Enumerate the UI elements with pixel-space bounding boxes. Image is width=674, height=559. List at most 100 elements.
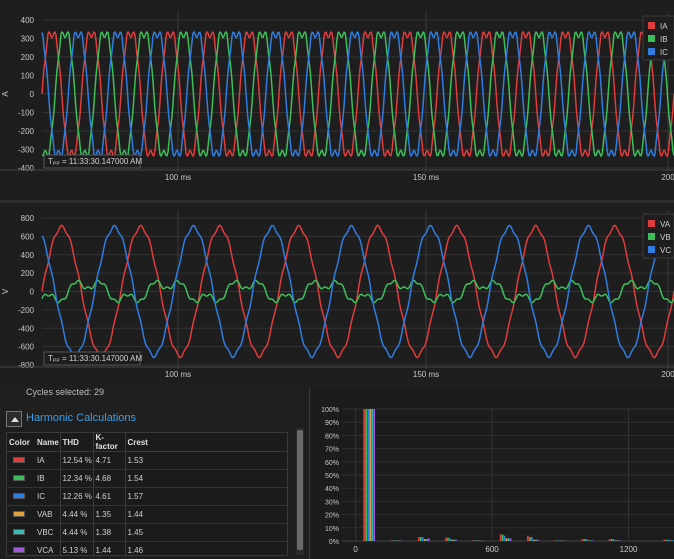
harmonic-bar xyxy=(421,537,424,541)
harmonic-bar xyxy=(581,539,584,541)
table-row[interactable]: VBC 4.44 % 1.38 1.45 xyxy=(7,523,287,542)
crest-cell: 1.45 xyxy=(125,523,287,542)
harmonic-bar xyxy=(587,540,590,541)
harmonic-bar xyxy=(472,540,475,541)
thd-cell: 12.26 % xyxy=(60,487,94,506)
harmonic-bar xyxy=(663,539,666,541)
table-row[interactable]: IA 12.54 % 4.71 1.53 xyxy=(7,451,287,470)
harmonic-table: Color Name THD K-factor Crest IA 12.54 %… xyxy=(7,433,287,555)
harmonic-bar xyxy=(392,540,395,541)
harmonic-bar xyxy=(507,538,510,541)
kfactor-cell: 1.35 xyxy=(93,505,126,524)
x-tick-label: 1200 xyxy=(620,545,638,554)
harmonic-bar xyxy=(453,539,455,541)
y-tick-label: 0 xyxy=(30,90,35,99)
harmonic-bar xyxy=(398,540,401,542)
y-tick-label: 100% xyxy=(321,407,339,414)
harmonic-bar xyxy=(669,540,672,541)
cursor-label: Tₚₚ = 11:33:30.147000 AM xyxy=(48,157,142,166)
harmonic-bar xyxy=(589,540,592,541)
name-cell: VBC xyxy=(35,523,61,542)
y-tick-label: -400 xyxy=(18,164,35,173)
harmonic-bar xyxy=(482,540,485,542)
legend: VA VB VC xyxy=(642,213,674,259)
legend-swatch xyxy=(648,233,655,240)
name-cell: IA xyxy=(35,451,61,470)
harmonic-bar xyxy=(373,409,375,541)
table-row[interactable]: VCA 5.13 % 1.44 1.46 xyxy=(7,541,287,555)
name-cell: VCA xyxy=(35,541,61,555)
harmonic-bar xyxy=(505,538,508,541)
harmonic-bar xyxy=(445,537,447,541)
harmonic-bar xyxy=(527,535,529,541)
y-tick-label: 90% xyxy=(325,420,339,427)
harmonic-bar xyxy=(367,409,369,541)
thd-cell: 4.44 % xyxy=(60,505,94,524)
legend-swatch xyxy=(648,35,655,42)
scrollbar-thumb[interactable] xyxy=(297,430,303,550)
column-header-color[interactable]: Color xyxy=(7,433,35,452)
harmonic-bar xyxy=(564,540,567,542)
column-header-crest[interactable]: Crest xyxy=(125,433,287,452)
thd-cell: 4.44 % xyxy=(60,523,94,542)
harmonic-bar xyxy=(537,539,539,541)
table-row[interactable]: IB 12.34 % 4.68 1.54 xyxy=(7,469,287,488)
harmonic-bar xyxy=(449,538,451,541)
harmonic-bar xyxy=(556,540,559,541)
x-tick-label: 100 ms xyxy=(165,370,191,379)
y-tick-label: 100 xyxy=(21,72,35,81)
color-swatch xyxy=(13,457,25,463)
color-cell xyxy=(7,469,35,488)
table-row[interactable]: VAB 4.44 % 1.35 1.44 xyxy=(7,505,287,524)
harmonic-bar xyxy=(608,539,611,541)
harmonic-bar xyxy=(476,540,479,541)
harmonic-bar xyxy=(499,534,502,541)
kfactor-cell: 4.61 xyxy=(93,487,126,506)
y-tick-label: 50% xyxy=(325,473,339,480)
harmonic-bar xyxy=(501,534,504,541)
color-cell xyxy=(7,487,35,506)
harmonic-bar xyxy=(447,537,449,541)
y-tick-label: 200 xyxy=(21,269,35,278)
color-cell xyxy=(7,505,35,524)
y-tick-label: 600 xyxy=(21,232,35,241)
voltage-waveform-chart[interactable]: 800 600 400 200 0 -200 -400 -600 -800 100 ms 150 m… xyxy=(0,203,674,387)
harmonic-bar xyxy=(503,535,506,541)
table-scrollbar[interactable] xyxy=(296,428,304,555)
harmonic-bar xyxy=(509,538,512,541)
x-tick-label: 150 ms xyxy=(413,173,439,182)
harmonic-bar xyxy=(369,409,371,541)
kfactor-cell: 1.38 xyxy=(93,523,126,542)
table-header-row: Color Name THD K-factor Crest xyxy=(7,433,287,452)
y-tick-label: 400 xyxy=(21,251,35,260)
harmonic-bar xyxy=(365,409,367,541)
harmonic-spectrum-chart[interactable]: 100% 90% 80% 70% 60% 50% 40% 30% 20% 10% 0% 0 600 120… xyxy=(312,387,674,559)
table-row[interactable]: IC 12.26 % 4.61 1.57 xyxy=(7,487,287,506)
harmonic-bar xyxy=(455,539,457,541)
y-tick-label: 0% xyxy=(329,539,339,546)
y-tick-label: 20% xyxy=(325,513,339,520)
name-cell: VAB xyxy=(35,505,61,524)
column-header-name[interactable]: Name xyxy=(35,433,61,452)
column-header-kfactor[interactable]: K-factor xyxy=(93,433,126,452)
column-header-thd[interactable]: THD xyxy=(60,433,94,452)
harmonic-bar xyxy=(474,540,477,541)
collapse-toggle-icon[interactable] xyxy=(6,411,22,427)
cursor-label: Tₚₚ = 11:33:30.147000 AM xyxy=(48,354,142,363)
harmonic-bar xyxy=(529,537,531,541)
x-tick-label: 150 ms xyxy=(413,370,439,379)
legend-swatch xyxy=(648,220,655,227)
harmonic-bar xyxy=(560,540,563,542)
color-swatch xyxy=(13,493,25,499)
harmonic-bar xyxy=(554,540,557,541)
harmonic-bar xyxy=(390,540,393,541)
legend-label: IA xyxy=(660,22,668,31)
legend-label: VC xyxy=(660,246,671,255)
thd-cell: 12.34 % xyxy=(60,469,94,488)
y-tick-label: -200 xyxy=(18,127,35,136)
harmonic-bar xyxy=(478,540,481,542)
harmonic-bar xyxy=(480,540,483,542)
harmonic-bar xyxy=(425,539,428,541)
current-waveform-chart[interactable]: 400 300 200 100 0 -100 -200 -300 -400 100 ms 150 m… xyxy=(0,0,674,200)
harmonic-bar xyxy=(612,539,615,541)
